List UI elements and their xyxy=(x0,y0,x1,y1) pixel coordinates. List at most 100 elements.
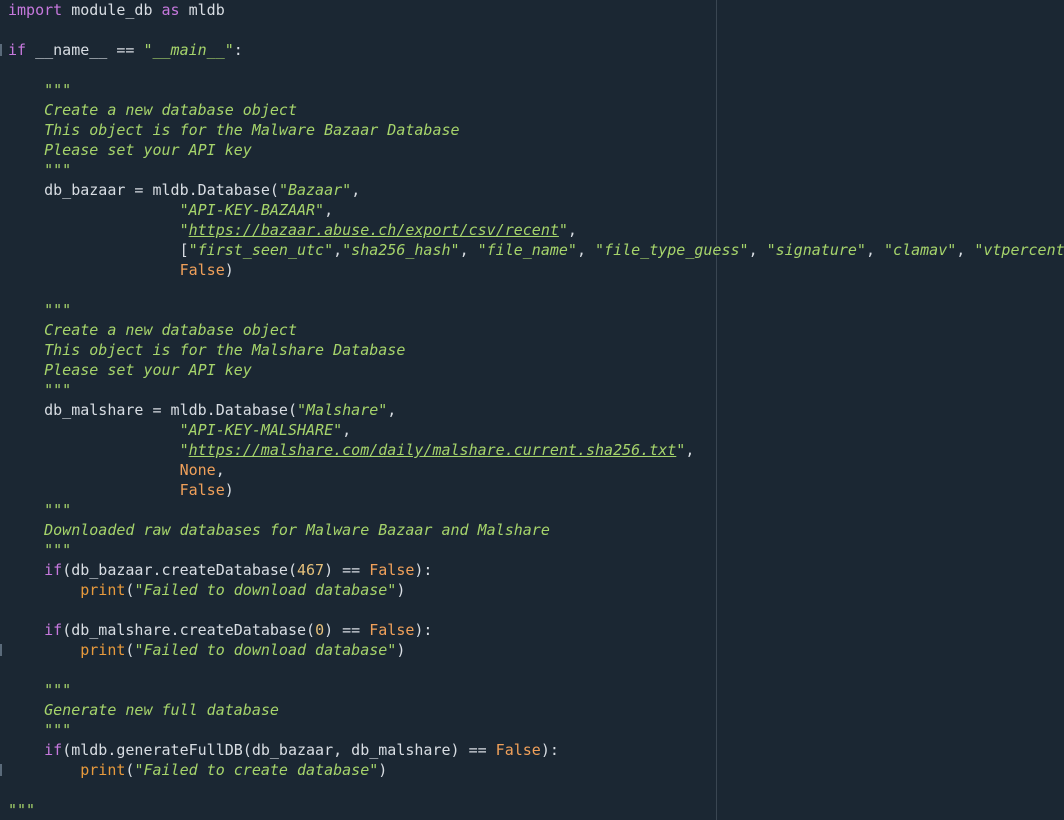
code-token: False xyxy=(179,261,225,279)
code-token: This object is for the Malware Bazaar Da… xyxy=(8,121,460,139)
code-line[interactable]: Create a new database object xyxy=(8,100,1064,120)
code-line[interactable]: This object is for the Malshare Database xyxy=(8,340,1064,360)
code-line[interactable]: Downloaded raw databases for Malware Baz… xyxy=(8,520,1064,540)
code-token: ): xyxy=(540,741,559,759)
code-token: : xyxy=(233,41,243,59)
code-line[interactable] xyxy=(8,60,1064,80)
code-line[interactable]: Please set your API key xyxy=(8,140,1064,160)
code-line[interactable]: Create a new database object xyxy=(8,320,1064,340)
code-line[interactable]: False) xyxy=(8,260,1064,280)
code-line[interactable]: print("Failed to download database") xyxy=(8,640,1064,660)
code-token: "__main__" xyxy=(143,41,234,59)
code-token: __name__ == xyxy=(26,41,144,59)
code-line[interactable]: if(mldb.generateFullDB(db_bazaar, db_mal… xyxy=(8,740,1064,760)
code-token: , xyxy=(567,221,577,239)
code-line[interactable]: "https://bazaar.abuse.ch/export/csv/rece… xyxy=(8,220,1064,240)
code-token: "clamav" xyxy=(884,241,957,259)
code-line[interactable]: "https://malshare.com/daily/malshare.cur… xyxy=(8,440,1064,460)
code-token: , xyxy=(215,461,225,479)
gutter-markers xyxy=(0,0,3,820)
code-line[interactable]: if(db_bazaar.createDatabase(467) == Fals… xyxy=(8,560,1064,580)
code-token: """ xyxy=(8,501,72,519)
code-token: ) == xyxy=(324,561,370,579)
code-line[interactable]: db_malshare = mldb.Database("Malshare", xyxy=(8,400,1064,420)
code-line[interactable]: print("Failed to create database") xyxy=(8,760,1064,780)
code-token: ) xyxy=(396,581,406,599)
code-token: False xyxy=(369,621,415,639)
code-editor[interactable]: import module_db as mldb if __name__ == … xyxy=(0,0,1064,820)
code-token: if xyxy=(44,741,63,759)
code-line[interactable]: """ xyxy=(8,80,1064,100)
code-token: Create a new database object xyxy=(8,321,297,339)
code-line[interactable]: Please set your API key xyxy=(8,360,1064,380)
code-token: (mldb.generateFullDB(db_bazaar, db_malsh… xyxy=(62,741,496,759)
code-token: if xyxy=(44,621,63,639)
code-token: "signature" xyxy=(766,241,866,259)
code-line[interactable]: import module_db as mldb xyxy=(8,0,1064,20)
code-token: "sha256_hash" xyxy=(342,241,460,259)
code-token: " xyxy=(558,221,568,239)
code-line[interactable] xyxy=(8,20,1064,40)
code-line[interactable] xyxy=(8,660,1064,680)
code-line[interactable] xyxy=(8,280,1064,300)
code-token: print xyxy=(80,641,126,659)
code-token: Downloaded raw databases for Malware Baz… xyxy=(8,521,550,539)
code-line[interactable]: """ xyxy=(8,160,1064,180)
code-line[interactable]: "API-KEY-MALSHARE", xyxy=(8,420,1064,440)
code-line[interactable]: """ xyxy=(8,500,1064,520)
code-token: , xyxy=(333,241,343,259)
code-line[interactable]: if __name__ == "__main__": xyxy=(8,40,1064,60)
code-token: print xyxy=(80,761,126,779)
code-line[interactable]: Generate new full database xyxy=(8,700,1064,720)
code-token: "Bazaar" xyxy=(278,181,352,199)
code-line[interactable]: ["first_seen_utc","sha256_hash", "file_n… xyxy=(8,240,1064,260)
code-token: import xyxy=(8,1,63,19)
code-token: ): xyxy=(414,621,433,639)
code-token: " xyxy=(179,221,189,239)
code-line[interactable]: None, xyxy=(8,460,1064,480)
code-token: """ xyxy=(8,681,72,699)
code-token: , xyxy=(342,421,352,439)
code-token: This object is for the Malshare Database xyxy=(8,341,406,359)
code-token: 467 xyxy=(297,561,325,579)
code-token: ) == xyxy=(324,621,370,639)
code-token: , xyxy=(324,201,334,219)
gutter-marker xyxy=(0,764,2,776)
code-token: (db_bazaar.createDatabase( xyxy=(62,561,297,579)
code-line[interactable]: "API-KEY-BAZAAR", xyxy=(8,200,1064,220)
code-line[interactable]: db_bazaar = mldb.Database("Bazaar", xyxy=(8,180,1064,200)
code-line[interactable]: """ xyxy=(8,380,1064,400)
code-area[interactable]: import module_db as mldb if __name__ == … xyxy=(8,0,1064,820)
code-token: 0 xyxy=(315,621,325,639)
code-token: ): xyxy=(414,561,433,579)
code-token: False xyxy=(369,561,415,579)
code-token: False xyxy=(495,741,541,759)
code-line[interactable]: This object is for the Malware Bazaar Da… xyxy=(8,120,1064,140)
code-line[interactable]: print("Failed to download database") xyxy=(8,580,1064,600)
code-line[interactable]: """ xyxy=(8,300,1064,320)
code-token: """ xyxy=(8,541,72,559)
code-token: ) xyxy=(224,481,234,499)
code-line[interactable]: """ xyxy=(8,720,1064,740)
code-line[interactable]: if(db_malshare.createDatabase(0) == Fals… xyxy=(8,620,1064,640)
code-token: as xyxy=(161,1,180,19)
code-line[interactable]: False) xyxy=(8,480,1064,500)
code-token: ) xyxy=(396,641,406,659)
code-line[interactable]: """ xyxy=(8,540,1064,560)
code-token: "file_name" xyxy=(477,241,577,259)
code-line[interactable] xyxy=(8,600,1064,620)
code-token: "API-KEY-BAZAAR" xyxy=(179,201,325,219)
code-line[interactable] xyxy=(8,780,1064,800)
code-line[interactable]: """ xyxy=(8,800,1064,820)
code-token: "Malshare" xyxy=(296,401,388,419)
code-line[interactable]: """ xyxy=(8,680,1064,700)
